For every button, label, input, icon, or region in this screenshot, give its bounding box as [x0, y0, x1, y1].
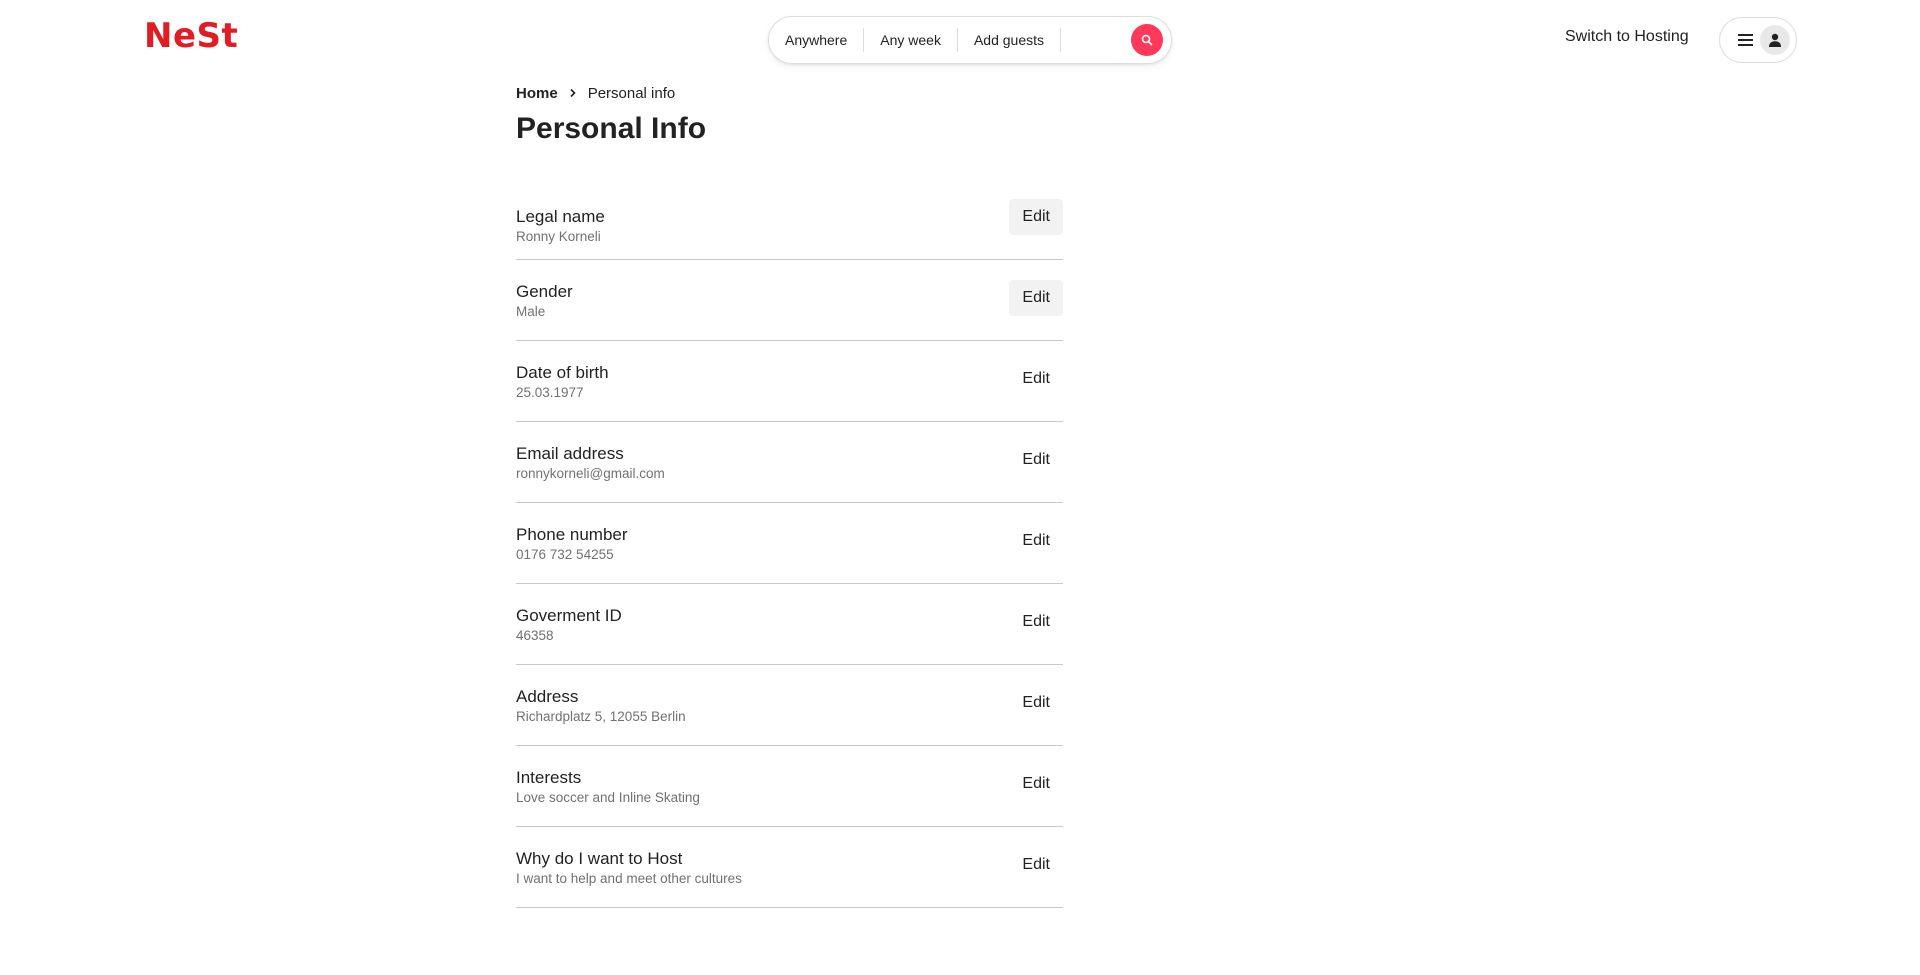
field-legal-name: Legal name Ronny Korneli Edit — [516, 199, 1063, 260]
field-value: 0176 732 54255 — [516, 547, 614, 562]
personal-info-list: Legal name Ronny Korneli Edit Gender Mal… — [516, 199, 1063, 908]
field-label: Interests — [516, 768, 582, 787]
search-guests[interactable]: Add guests — [958, 32, 1060, 48]
divider — [1060, 28, 1062, 52]
top-header: NeSt Anywhere Any week Add guests Switch… — [0, 0, 1920, 80]
field-label: Legal name — [516, 207, 605, 226]
edit-legal-name-button[interactable]: Edit — [1009, 199, 1063, 235]
search-location[interactable]: Anywhere — [785, 32, 863, 48]
chevron-right-icon — [570, 88, 576, 98]
field-value: Ronny Korneli — [516, 229, 601, 244]
field-label: Goverment ID — [516, 606, 622, 625]
edit-gender-button[interactable]: Edit — [1009, 280, 1063, 316]
edit-date-of-birth-button[interactable]: Edit — [1009, 361, 1063, 397]
field-phone-number: Phone number 0176 732 54255 Edit — [516, 503, 1063, 584]
user-menu-button[interactable] — [1719, 17, 1797, 63]
edit-email-address-button[interactable]: Edit — [1009, 442, 1063, 478]
field-gender: Gender Male Edit — [516, 260, 1063, 341]
field-label: Date of birth — [516, 363, 609, 382]
field-value: ronnykorneli@gmail.com — [516, 466, 665, 481]
search-bar[interactable]: Anywhere Any week Add guests — [768, 16, 1172, 64]
field-value: 46358 — [516, 628, 554, 643]
breadcrumb-home[interactable]: Home — [516, 85, 558, 102]
field-label: Gender — [516, 282, 573, 301]
field-label: Phone number — [516, 525, 628, 544]
edit-phone-number-button[interactable]: Edit — [1009, 523, 1063, 559]
user-icon — [1769, 33, 1781, 47]
field-address: Address Richardplatz 5, 12055 Berlin Edi… — [516, 665, 1063, 746]
breadcrumb: Home Personal info — [516, 80, 1063, 106]
switch-to-hosting-link[interactable]: Switch to Hosting — [1565, 28, 1689, 46]
edit-address-button[interactable]: Edit — [1009, 685, 1063, 721]
edit-government-id-button[interactable]: Edit — [1009, 604, 1063, 640]
field-interests: Interests Love soccer and Inline Skating… — [516, 746, 1063, 827]
main-content: Home Personal info Personal Info Legal n… — [516, 80, 1063, 908]
hamburger-icon — [1738, 34, 1753, 46]
field-label: Why do I want to Host — [516, 849, 683, 868]
field-value: Male — [516, 304, 546, 319]
field-value: I want to help and meet other cultures — [516, 871, 742, 886]
search-icon — [1141, 34, 1153, 46]
field-label: Address — [516, 687, 579, 706]
field-email-address: Email address ronnykorneli@gmail.com Edi… — [516, 422, 1063, 503]
logo[interactable]: NeSt — [144, 16, 238, 56]
field-government-id: Goverment ID 46358 Edit — [516, 584, 1063, 665]
field-value: Richardplatz 5, 12055 Berlin — [516, 709, 686, 724]
field-value: 25.03.1977 — [516, 385, 584, 400]
edit-why-host-button[interactable]: Edit — [1009, 847, 1063, 883]
breadcrumb-current: Personal info — [587, 84, 676, 102]
edit-interests-button[interactable]: Edit — [1009, 766, 1063, 802]
search-week[interactable]: Any week — [864, 32, 957, 48]
field-date-of-birth: Date of birth 25.03.1977 Edit — [516, 341, 1063, 422]
field-label: Email address — [516, 444, 624, 463]
avatar — [1760, 25, 1790, 55]
field-value: Love soccer and Inline Skating — [516, 790, 700, 805]
search-button[interactable] — [1131, 24, 1163, 56]
field-why-host: Why do I want to Host I want to help and… — [516, 827, 1063, 908]
page-title: Personal Info — [516, 112, 707, 145]
